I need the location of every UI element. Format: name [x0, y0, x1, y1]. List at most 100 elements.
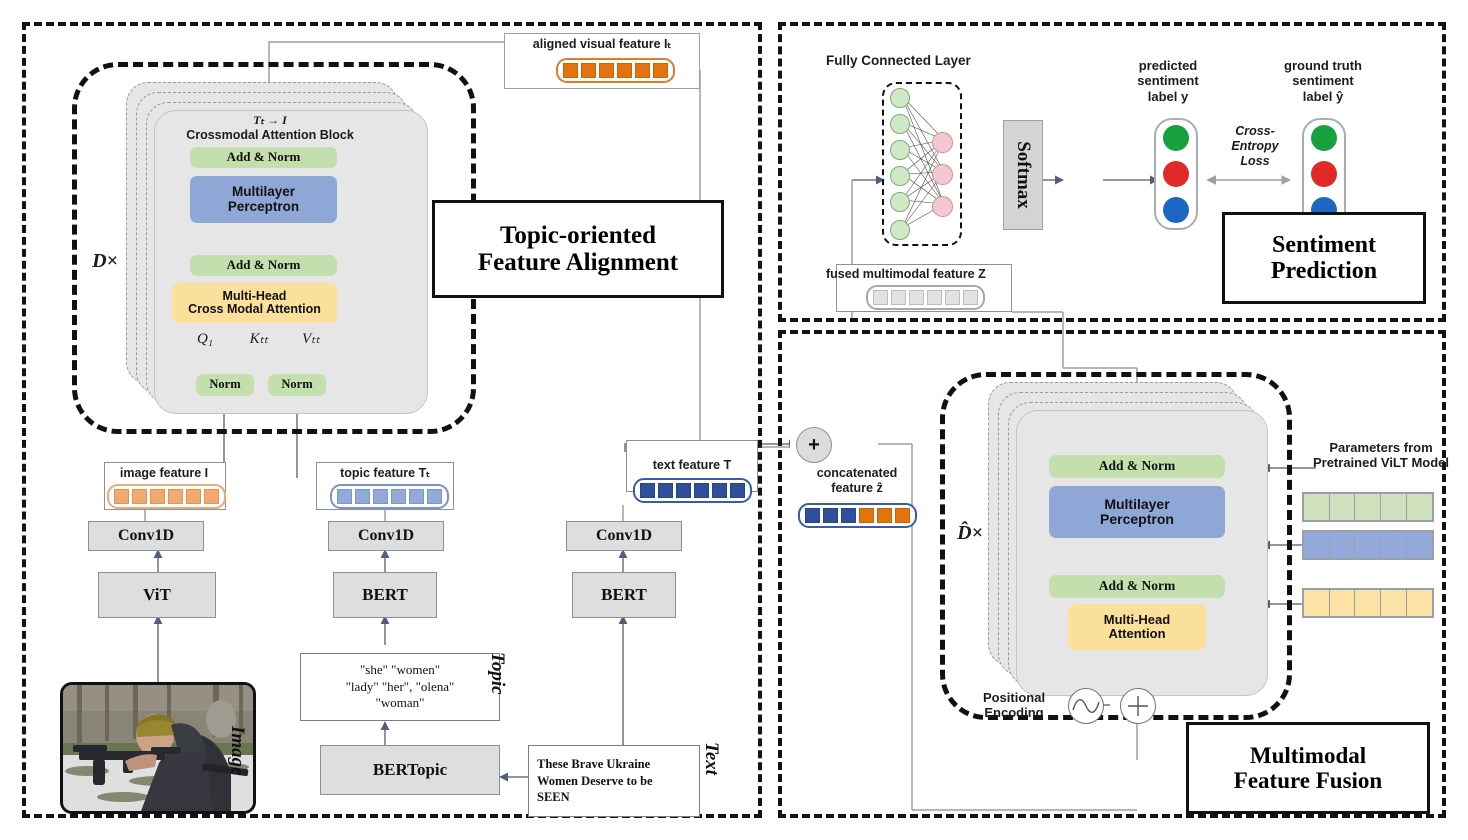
param-cell [1355, 590, 1381, 616]
alignment-repeat-count: D× [92, 250, 118, 272]
bertopic-box: BERTopic [320, 745, 500, 795]
softmax-block: Softmax [1003, 120, 1043, 230]
dot-green [1163, 125, 1189, 151]
gt-line2: sentiment [1292, 73, 1354, 89]
dot-red [1311, 161, 1337, 187]
title-line1: Topic-oriented [499, 221, 657, 249]
gt-line1: ground truth [1284, 58, 1362, 73]
fusion-multihead-attention: Multi-Head Attention [1068, 604, 1206, 650]
fusion-attn-line1: Multi-Head [1103, 611, 1171, 627]
cross-entropy-loss-label: Cross- Entropy Loss [1218, 124, 1292, 168]
crossmodal-subtitle: Crossmodal Attention Block [186, 128, 354, 142]
fusion-add-norm-bottom: Add & Norm [1049, 575, 1225, 598]
encoder-vit: ViT [98, 572, 216, 618]
title-line1: Sentiment [1272, 231, 1376, 258]
fused-feature-strip [866, 285, 985, 310]
positional-add-circle [1120, 688, 1156, 724]
softmax-label: Softmax [1013, 141, 1034, 209]
feature-cell [676, 483, 691, 498]
predicted-line2: sentiment [1137, 73, 1199, 89]
rot-label-image: Image [227, 726, 248, 776]
diagram-canvas: Tₜ → I Crossmodal Attention Block Add & … [0, 0, 1468, 840]
fc-output-node [932, 196, 953, 217]
param-cell [1304, 494, 1330, 520]
feature-cell [891, 290, 906, 305]
fc-input-node [890, 192, 910, 212]
q-label: Q₁ [196, 331, 214, 347]
title-line1: Multimodal [1249, 742, 1367, 768]
align-multihead-cross-modal-attention: Multi-Head Cross Modal Attention [172, 283, 337, 323]
pretrained-vilt-params-label: Parameters from Pretrained ViLT Model [1296, 440, 1466, 471]
concatenated-feature-strip [798, 503, 917, 528]
feature-cell [694, 483, 709, 498]
align-norm-right: Norm [268, 374, 326, 396]
sine-wave-icon [1068, 688, 1104, 724]
param-bar-yellow [1302, 588, 1434, 618]
feature-cell [581, 63, 596, 78]
fully-connected-layer-label: Fully Connected Layer [826, 53, 971, 68]
input-text-line3: SEEN [537, 790, 570, 805]
conv1d-image: Conv1D [88, 521, 204, 551]
align-norm-left: Norm [196, 374, 254, 396]
rot-label-text: Text [701, 742, 722, 776]
feature-cell [355, 489, 370, 504]
feature-cell [730, 483, 745, 498]
align-attn-line2: Cross Modal Attention [188, 302, 321, 316]
title-line2: Feature Fusion [1233, 768, 1383, 793]
fc-input-node [890, 220, 910, 240]
param-cell [1329, 532, 1356, 558]
predicted-sentiment-label: predicted sentiment label y [1108, 58, 1228, 104]
fc-input-node [890, 88, 910, 108]
topic-feature-label: topic feature Tₜ [340, 466, 430, 480]
topic-words-box: "she" "women" "lady" "her", "olena" "wom… [300, 653, 500, 721]
param-cell [1380, 494, 1407, 520]
param-cell [1304, 590, 1330, 616]
title-line2: Prediction [1270, 258, 1378, 284]
feature-cell [409, 489, 424, 504]
feature-cell [132, 489, 147, 504]
fc-input-node [890, 166, 910, 186]
encoder-bert-topic: BERT [333, 572, 437, 618]
feature-cell [391, 489, 406, 504]
feature-cell [617, 63, 632, 78]
align-add-norm-bottom: Add & Norm [190, 255, 337, 276]
fusion-repeat-count: D̂× [957, 522, 983, 544]
plus-symbol: + [808, 433, 820, 456]
concat-line1: concatenated [816, 466, 898, 480]
feature-cell [640, 483, 655, 498]
feature-cell [873, 290, 888, 305]
conv1d-topic: Conv1D [328, 521, 444, 551]
align-add-norm-top: Add & Norm [190, 147, 337, 168]
dot-blue [1163, 197, 1189, 223]
feature-cell [805, 508, 820, 523]
topic-words-line1: "she" "women" [359, 661, 441, 677]
params-line1: Parameters from [1329, 440, 1433, 455]
feature-cell [337, 489, 352, 504]
feature-cell [895, 508, 910, 523]
param-cell [1406, 494, 1432, 520]
align-mlp-line1: Multilayer [231, 183, 296, 199]
pos-line2: Encoding [984, 705, 1044, 721]
loss-line1: Cross- [1235, 124, 1275, 138]
v-label: Vₜₜ [301, 331, 320, 347]
feature-cell [653, 63, 668, 78]
feature-cell [658, 483, 673, 498]
param-cell [1304, 532, 1330, 558]
concatenated-feature-label: concatenated feature ẑ [792, 466, 922, 496]
fc-output-node [932, 164, 953, 185]
image-feature-strip [107, 484, 226, 509]
conv1d-text: Conv1D [566, 521, 682, 551]
title-topic-oriented-feature-alignment: Topic-oriented Feature Alignment [432, 200, 724, 298]
feature-cell [635, 63, 650, 78]
feature-cell [841, 508, 856, 523]
params-line2: Pretrained ViLT Model [1312, 455, 1450, 471]
sine-wave-svg [1072, 699, 1100, 713]
param-cell [1329, 494, 1356, 520]
dot-red [1163, 161, 1189, 187]
fc-input-node [890, 114, 910, 134]
input-text-box: These Brave Ukraine Women Deserve to be … [528, 745, 700, 817]
loss-line3: Loss [1240, 153, 1270, 168]
text-feature-label: text feature T [652, 458, 732, 472]
align-multilayer-perceptron: Multilayer Perceptron [190, 176, 337, 223]
topic-words-line2: "lady" "her", "olena" [345, 678, 455, 694]
